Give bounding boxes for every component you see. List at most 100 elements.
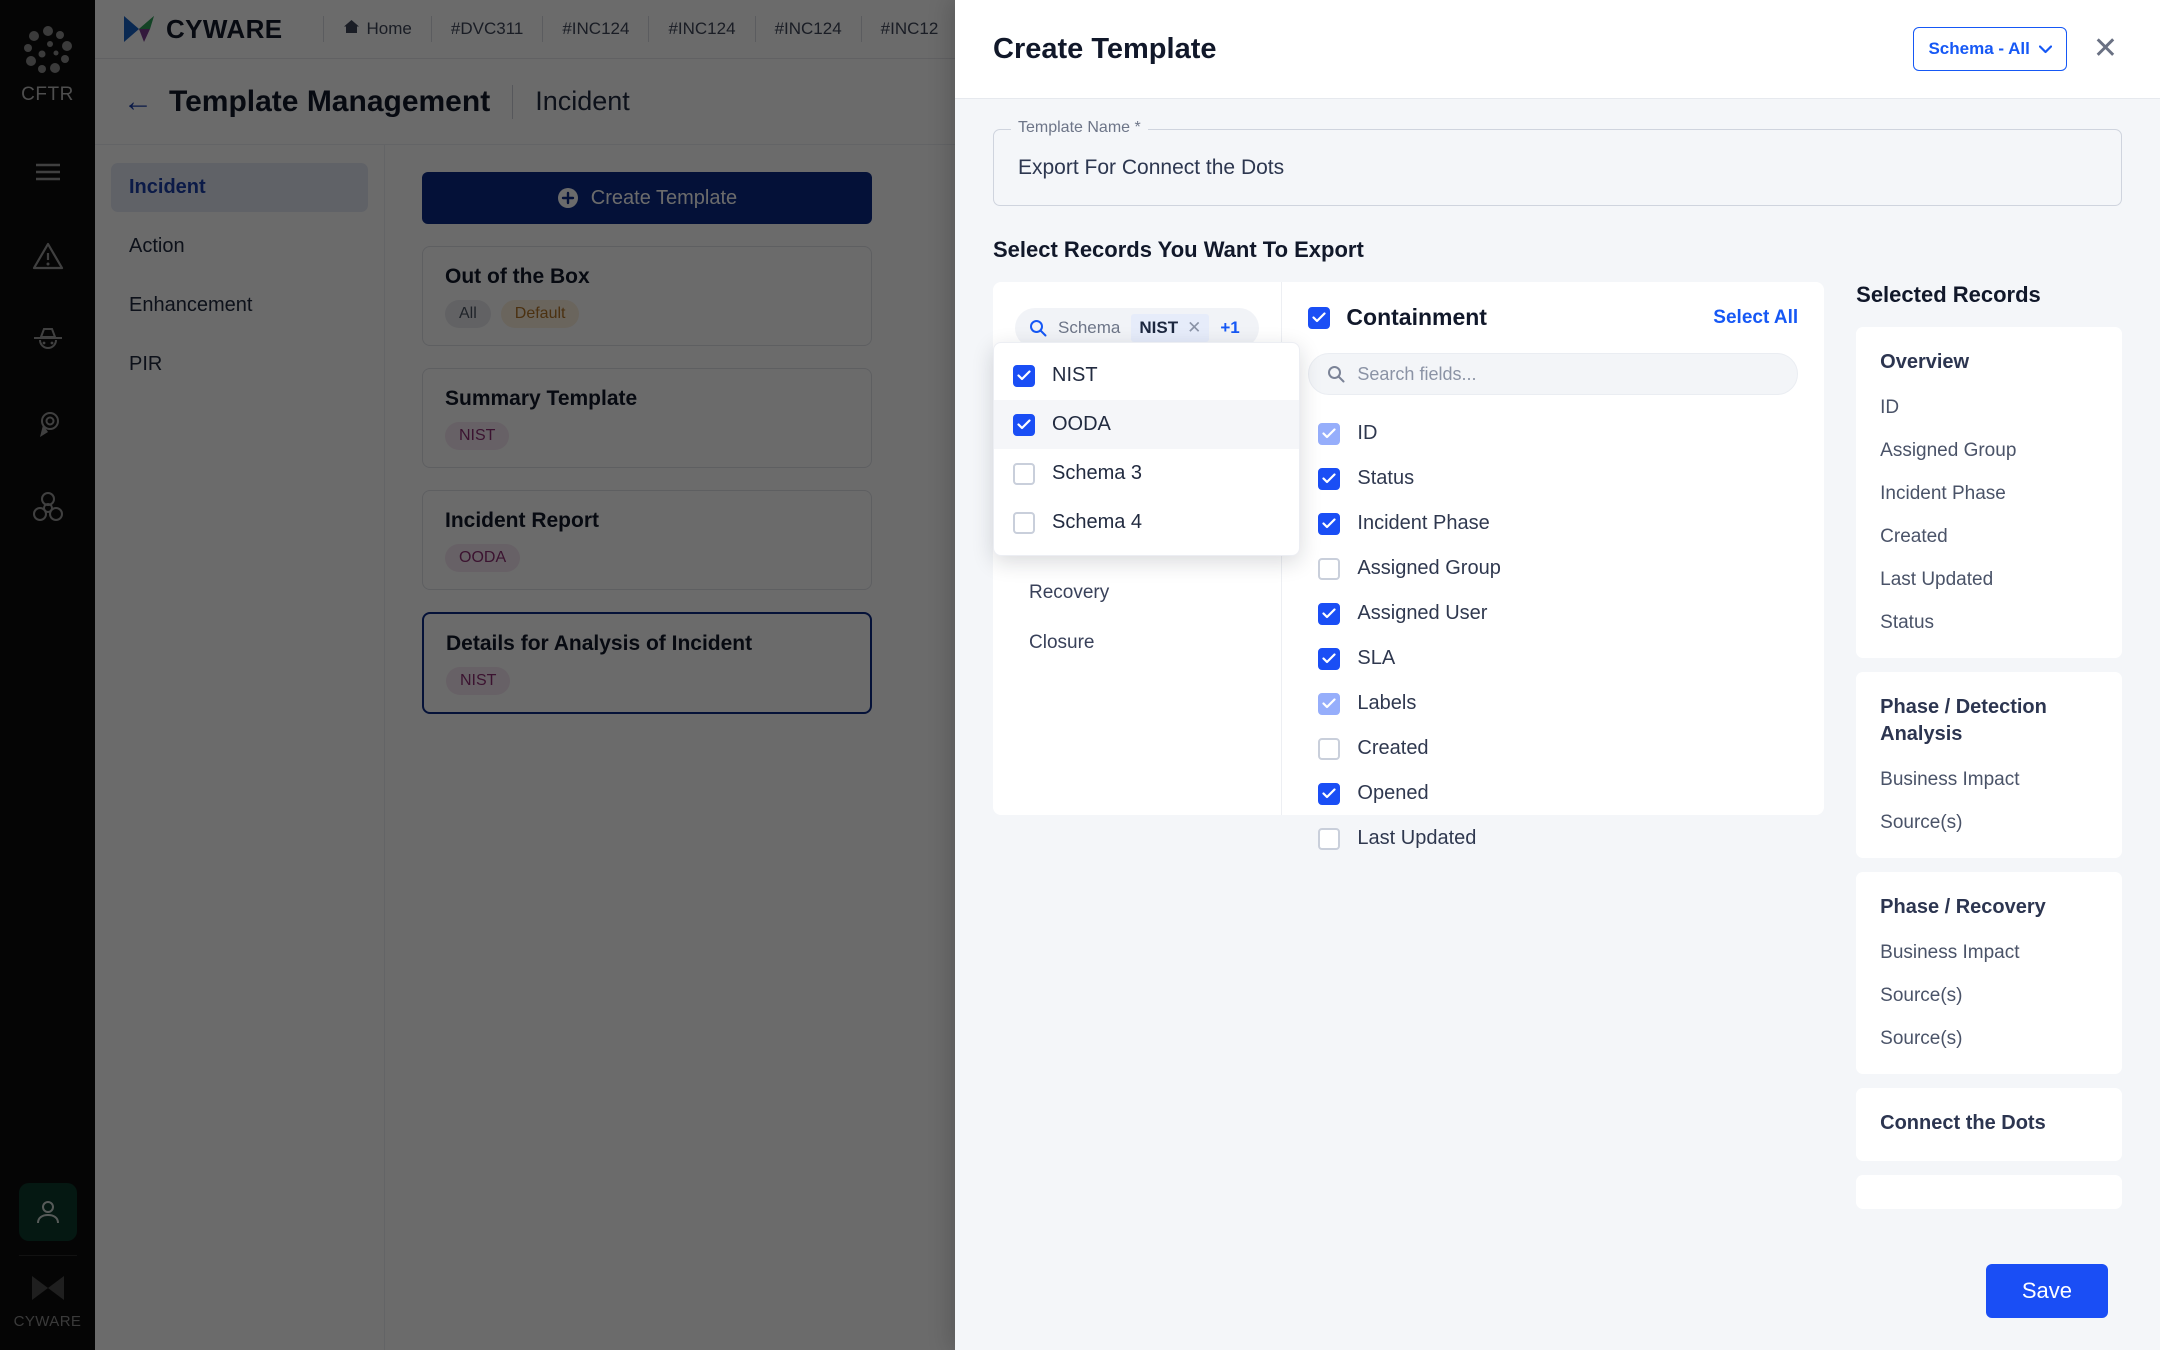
selected-record-item: Assigned Group: [1880, 440, 2098, 462]
modal-title: Create Template: [993, 33, 1913, 66]
group-checkbox[interactable]: [1308, 307, 1330, 329]
field-label: SLA: [1357, 647, 1395, 670]
selected-record-item: Source(s): [1880, 985, 2098, 1007]
schema-dropdown-menu: NIST OODA Schema 3 Schema 4: [993, 342, 1300, 556]
checkbox[interactable]: [1013, 463, 1035, 485]
select-all-link[interactable]: Select All: [1713, 307, 1798, 329]
field-row[interactable]: ID: [1308, 411, 1798, 456]
schema-chip[interactable]: NIST ✕: [1131, 314, 1209, 342]
field-row[interactable]: Assigned Group: [1308, 546, 1798, 591]
modal-backdrop[interactable]: [0, 0, 955, 1350]
field-checkbox: [1318, 693, 1340, 715]
schema-option[interactable]: Schema 3: [994, 449, 1299, 498]
field-search-placeholder: Search fields...: [1357, 364, 1476, 385]
selected-record-item: Source(s): [1880, 1028, 2098, 1050]
template-name-legend: Template Name *: [1011, 119, 1148, 137]
fields-group-header: Containment Select All: [1308, 304, 1798, 331]
schema-more-count[interactable]: +1: [1220, 318, 1239, 338]
selected-record-item: Last Updated: [1880, 569, 2098, 591]
selected-record-item: Business Impact: [1880, 769, 2098, 791]
field-checkbox[interactable]: [1318, 468, 1340, 490]
phase-item[interactable]: Recovery: [1015, 570, 1259, 616]
field-row[interactable]: Created: [1308, 726, 1798, 771]
close-icon[interactable]: ✕: [1187, 318, 1201, 338]
field-label: Assigned Group: [1357, 557, 1500, 580]
selected-record-item: ID: [1880, 397, 2098, 419]
field-row[interactable]: Opened: [1308, 771, 1798, 816]
schema-search-label: Schema: [1058, 318, 1120, 338]
modal-footer: Save: [955, 1231, 2160, 1350]
field-checkbox[interactable]: [1318, 783, 1340, 805]
field-label: ID: [1357, 422, 1377, 445]
template-name-field[interactable]: Template Name * Export For Connect the D…: [993, 129, 2122, 206]
schema-option-label: NIST: [1052, 364, 1098, 387]
selected-records-title: Selected Records: [1856, 282, 2122, 308]
fields-group-title: Containment: [1346, 304, 1697, 331]
field-checkbox-list: ID Status Incident Phase Assigned Group Assi…: [1308, 411, 1798, 861]
selector-columns: Schema NIST ✕ +1 IdentificationDetection…: [993, 282, 2122, 1231]
selected-record-card: Phase / Detection Analysis Business Impac…: [1856, 672, 2122, 858]
field-checkbox[interactable]: [1318, 738, 1340, 760]
selected-record-card: Connect the Dots: [1856, 1088, 2122, 1161]
field-checkbox[interactable]: [1318, 648, 1340, 670]
save-button-label: Save: [2022, 1278, 2072, 1303]
field-row[interactable]: Incident Phase: [1308, 501, 1798, 546]
field-label: Assigned User: [1357, 602, 1487, 625]
schema-option[interactable]: NIST: [994, 351, 1299, 400]
section-title: Select Records You Want To Export: [993, 237, 2122, 263]
selected-record-card-title: Phase / Detection Analysis: [1880, 694, 2098, 748]
schema-selector-button[interactable]: Schema - All: [1913, 27, 2066, 71]
schema-option-label: OODA: [1052, 413, 1111, 436]
selected-record-card: Phase / Recovery Business Impact Source(s)…: [1856, 872, 2122, 1074]
selected-record-card-title: Phase / Recovery: [1880, 894, 2098, 921]
field-row[interactable]: Labels: [1308, 681, 1798, 726]
fields-column: Containment Select All Search fields... …: [1282, 282, 1824, 815]
field-row[interactable]: SLA: [1308, 636, 1798, 681]
template-name-input[interactable]: Export For Connect the Dots: [1018, 156, 1284, 180]
selected-record-card-title: Overview: [1880, 349, 2098, 376]
field-label: Incident Phase: [1357, 512, 1489, 535]
phase-item[interactable]: Closure: [1015, 620, 1259, 666]
field-label: Labels: [1357, 692, 1416, 715]
selected-record-item: Created: [1880, 526, 2098, 548]
field-row[interactable]: Assigned User: [1308, 591, 1798, 636]
checkbox[interactable]: [1013, 414, 1035, 436]
field-label: Created: [1357, 737, 1428, 760]
search-icon: [1327, 365, 1345, 383]
selected-record-card: Overview ID Assigned Group Incident Phase Cr…: [1856, 327, 2122, 658]
search-icon: [1029, 319, 1047, 337]
field-label: Opened: [1357, 782, 1428, 805]
field-row[interactable]: Status: [1308, 456, 1798, 501]
field-search-input[interactable]: Search fields...: [1308, 353, 1798, 395]
close-icon[interactable]: ✕: [2093, 34, 2118, 64]
selected-record-item: Business Impact: [1880, 942, 2098, 964]
field-row[interactable]: Last Updated: [1308, 816, 1798, 861]
checkbox[interactable]: [1013, 365, 1035, 387]
field-checkbox: [1318, 423, 1340, 445]
save-button[interactable]: Save: [1986, 1264, 2108, 1318]
selected-record-item: Source(s): [1880, 812, 2098, 834]
modal-header: Create Template Schema - All ✕: [955, 0, 2160, 99]
chevron-down-icon: [2039, 45, 2052, 54]
schema-option-label: Schema 4: [1052, 511, 1142, 534]
selected-record-item: Incident Phase: [1880, 483, 2098, 505]
modal-body: Template Name * Export For Connect the D…: [955, 99, 2160, 1231]
schema-option[interactable]: Schema 4: [994, 498, 1299, 547]
selected-records-list[interactable]: Overview ID Assigned Group Incident Phase Cr…: [1856, 327, 2122, 1231]
field-checkbox[interactable]: [1318, 513, 1340, 535]
selected-record-item: Status: [1880, 612, 2098, 634]
schema-option-label: Schema 3: [1052, 462, 1142, 485]
schema-selector-label: Schema - All: [1928, 39, 2029, 59]
field-checkbox[interactable]: [1318, 558, 1340, 580]
field-label: Last Updated: [1357, 827, 1476, 850]
schema-option[interactable]: OODA: [994, 400, 1299, 449]
schema-phase-column: Schema NIST ✕ +1 IdentificationDetection…: [993, 282, 1282, 815]
checkbox[interactable]: [1013, 512, 1035, 534]
create-template-modal: Create Template Schema - All ✕ Template …: [955, 0, 2160, 1350]
field-checkbox[interactable]: [1318, 603, 1340, 625]
schema-chip-label: NIST: [1139, 318, 1178, 338]
selected-record-card: [1856, 1175, 2122, 1209]
field-checkbox[interactable]: [1318, 828, 1340, 850]
field-label: Status: [1357, 467, 1414, 490]
selected-records-column: Selected Records Overview ID Assigned Grou…: [1856, 282, 2122, 1231]
